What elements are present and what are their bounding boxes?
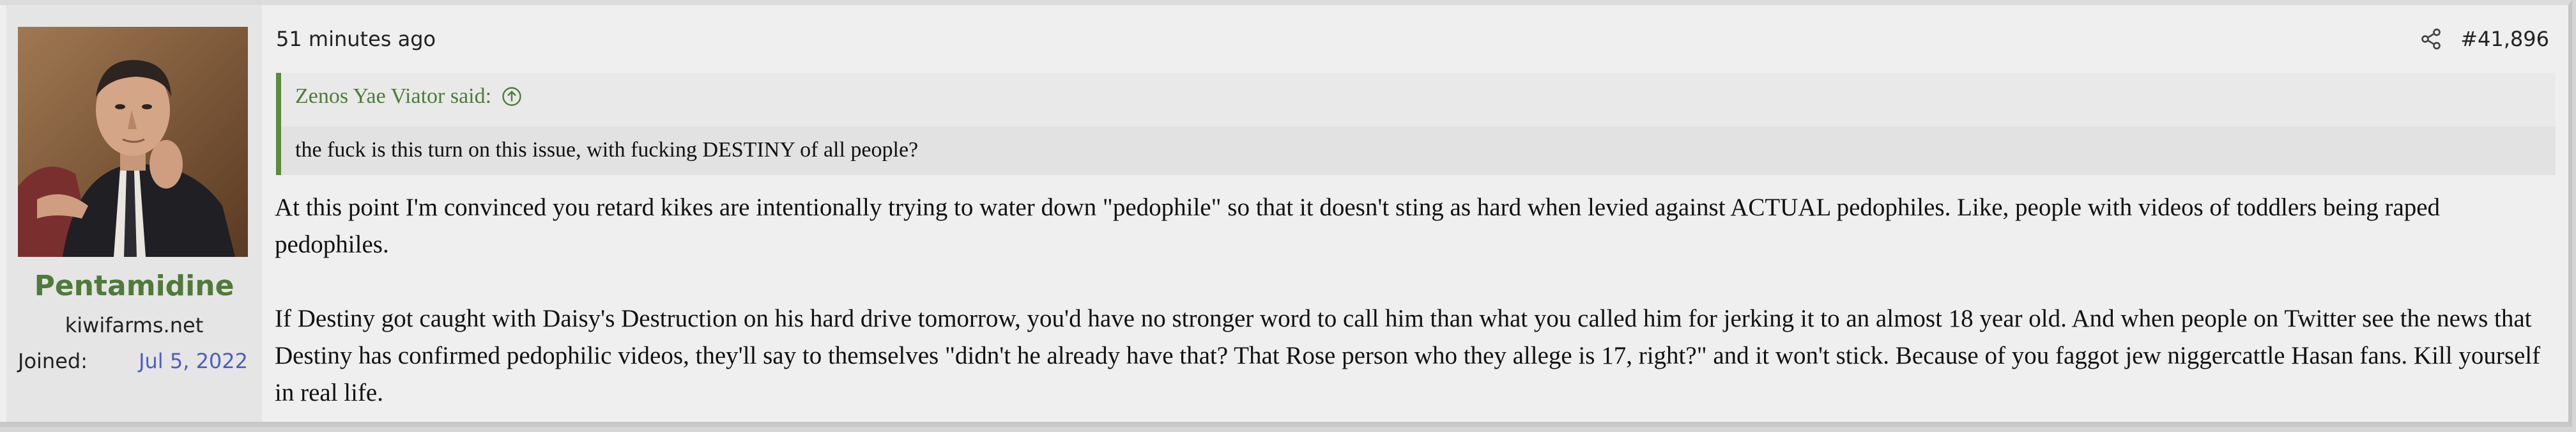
share-icon[interactable] bbox=[2419, 27, 2442, 50]
forum-post: Pentamidine kiwifarms.net Joined: Jul 5,… bbox=[0, 0, 2572, 427]
quote-block: Zenos Yae Viator said: the fuck is this … bbox=[276, 73, 2556, 175]
user-info-column: Pentamidine kiwifarms.net Joined: Jul 5,… bbox=[6, 5, 262, 422]
post-timestamp[interactable]: 51 minutes ago bbox=[276, 27, 436, 51]
avatar[interactable] bbox=[18, 27, 248, 257]
post-header-actions: #41,896 bbox=[2419, 27, 2549, 51]
joined-label: Joined: bbox=[18, 349, 88, 373]
quote-text: the fuck is this turn on this issue, wit… bbox=[295, 138, 919, 162]
quote-attribution[interactable]: Zenos Yae Viator said: bbox=[295, 84, 523, 109]
post-paragraph: If Destiny got caught with Daisy's Destr… bbox=[275, 305, 2541, 406]
username[interactable]: Pentamidine bbox=[6, 270, 262, 302]
arrow-up-circle-icon[interactable] bbox=[500, 85, 523, 108]
avatar-portrait bbox=[18, 27, 248, 257]
joined-date: Jul 5, 2022 bbox=[139, 349, 248, 373]
post-number-link[interactable]: #41,896 bbox=[2460, 27, 2549, 51]
user-title: kiwifarms.net bbox=[65, 313, 204, 337]
post-paragraph: At this point I'm convinced you retard k… bbox=[275, 194, 2441, 258]
quote-author[interactable]: Zenos Yae Viator said: bbox=[295, 84, 491, 109]
quote-body: the fuck is this turn on this issue, wit… bbox=[281, 127, 2556, 175]
post-content: At this point I'm convinced you retard k… bbox=[275, 189, 2556, 412]
